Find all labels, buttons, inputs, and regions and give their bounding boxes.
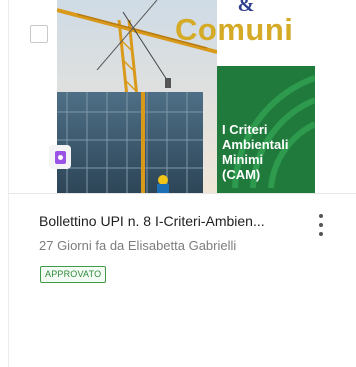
thumbnail-image[interactable]: & Comuni I Criteri Ambientali Minimi (CA…	[57, 0, 315, 193]
cam-line-4: (CAM)	[222, 167, 261, 182]
document-meta: 27 Giorni fa da Elisabetta Gabrielli	[39, 238, 237, 253]
thumbnail-ampersand: &	[237, 0, 255, 16]
thumbnail-heading: Comuni	[175, 12, 294, 47]
thumbnail-cam-text: I Criteri Ambientali Minimi (CAM)	[222, 122, 312, 182]
cam-line-3: Minimi	[222, 152, 264, 167]
select-checkbox[interactable]	[30, 25, 48, 43]
document-icon	[54, 150, 66, 164]
kebab-dot	[319, 214, 323, 218]
kebab-dot	[319, 223, 323, 227]
document-type-badge	[49, 145, 71, 169]
status-badge: APPROVATO	[40, 266, 107, 283]
cam-line-2: Ambientali	[222, 137, 289, 152]
thumbnail-area[interactable]: & Comuni I Criteri Ambientali Minimi (CA…	[9, 0, 356, 194]
document-card[interactable]: & Comuni I Criteri Ambientali Minimi (CA…	[8, 0, 356, 367]
kebab-menu-icon[interactable]	[315, 214, 327, 236]
kebab-dot	[319, 232, 323, 236]
cam-line-1: I Criteri	[222, 122, 268, 137]
document-title[interactable]: Bollettino UPI n. 8 I-Criteri-Ambien...	[39, 213, 309, 229]
